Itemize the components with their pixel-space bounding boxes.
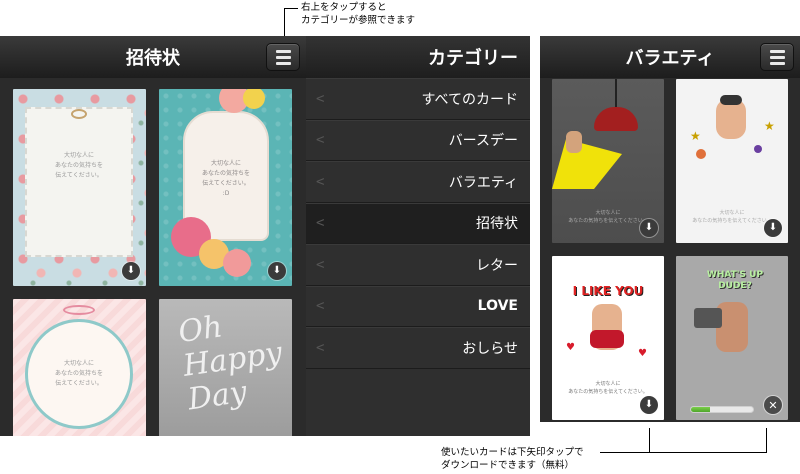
boombox <box>694 308 722 328</box>
page-title: バラエティ <box>625 48 715 69</box>
card-message: 大切な人に あなたの気持ちを 伝えてください。 <box>54 152 103 179</box>
card-message: 大切な人に あなたの気持ちを 伝えてください。 <box>54 360 103 387</box>
card-script-text: Oh Happy Day <box>176 309 285 418</box>
category-label: LOVE <box>477 298 518 315</box>
card-message: 大切な人に あなたの気持ちを伝えてください。 <box>568 381 648 395</box>
menu-icon <box>275 49 291 53</box>
menu-button[interactable] <box>266 43 300 71</box>
card-space-character[interactable]: ★ ★ 大切な人に あなたの気持ちを伝えてください。 ⬇ <box>676 79 788 243</box>
invitations-panel: 招待状 大切な人に あなたの気持ちを 伝えてください。 ⬇ 大切な人に あなたの… <box>0 36 306 436</box>
character-shirt <box>590 330 624 348</box>
top-annotation: 右上をタップすると カテゴリーが参照できます <box>301 2 416 26</box>
chevron-left-icon: < <box>316 90 325 107</box>
chevron-left-icon: < <box>316 132 325 149</box>
menu-icon <box>769 49 785 53</box>
star-decoration: ★ <box>690 129 701 143</box>
card-headline: WHAT'S UP DUDE? <box>706 270 764 291</box>
bottom-annotation-line-v2 <box>766 428 767 452</box>
chevron-left-icon: < <box>316 339 325 356</box>
card-paper <box>25 107 133 257</box>
category-item-birthday[interactable]: < バースデー <box>306 119 530 161</box>
download-icon[interactable]: ⬇ <box>122 262 140 280</box>
heart-decoration: ♥ <box>638 348 647 359</box>
category-item-letter[interactable]: < レター <box>306 244 530 286</box>
category-label: 招待状 <box>476 216 518 233</box>
category-title: カテゴリー <box>428 48 518 69</box>
download-progress-fill <box>691 407 710 412</box>
lamp-shade <box>594 107 638 131</box>
category-list: < すべてのカード < バースデー < バラエティ < 招待状 < レター < … <box>306 78 530 369</box>
card-oh-happy-day[interactable]: Oh Happy Day <box>159 299 292 436</box>
character-figure <box>566 131 582 153</box>
card-floral[interactable]: 大切な人に あなたの気持ちを 伝えてください。 ⬇ <box>13 89 146 286</box>
menu-button[interactable] <box>760 43 794 71</box>
category-label: おしらせ <box>462 340 518 357</box>
variety-panel: バラエティ 大切な人に あなたの気持ちを伝えてください。 ⬇ ★ ★ 大切な人に… <box>540 36 800 422</box>
download-progress-bar <box>690 406 754 413</box>
chevron-left-icon: < <box>316 256 325 273</box>
category-item-invitation[interactable]: < 招待状 <box>306 202 530 244</box>
category-label: バラエティ <box>448 174 518 191</box>
download-icon[interactable]: ⬇ <box>764 219 782 237</box>
rose-decoration <box>223 249 251 277</box>
card-i-like-you[interactable]: I LIKE YOU ♥ ♥ 大切な人に あなたの気持ちを伝えてください。 ⬇ <box>552 256 664 420</box>
download-icon[interactable]: ⬇ <box>268 262 286 280</box>
bottom-annotation-line-v1 <box>649 428 650 452</box>
cancel-download-icon[interactable]: ✕ <box>764 396 782 414</box>
category-label: バースデー <box>448 133 518 150</box>
page-title: 招待状 <box>126 48 180 69</box>
heart-decoration: ♥ <box>566 342 575 353</box>
ribbon-decoration <box>63 305 95 315</box>
top-annotation-line-h <box>284 8 298 9</box>
chevron-left-icon: < <box>316 298 325 315</box>
variety-header: バラエティ <box>540 36 800 78</box>
bow-icon <box>71 109 87 119</box>
lamp-cord <box>615 79 617 107</box>
character-hair <box>720 95 742 105</box>
category-item-all[interactable]: < すべてのカード <box>306 78 530 120</box>
category-item-news[interactable]: < おしらせ <box>306 327 530 369</box>
chevron-left-icon: < <box>316 215 325 232</box>
card-whats-up-dude[interactable]: WHAT'S UP DUDE? ✕ <box>676 256 788 420</box>
invitations-header: 招待状 <box>0 36 306 78</box>
category-label: レター <box>476 257 518 274</box>
card-message: 大切な人に あなたの気持ちを 伝えてください。 :D <box>201 160 250 197</box>
download-icon[interactable]: ⬇ <box>640 396 658 414</box>
bottom-annotation-line-h <box>600 452 767 453</box>
download-icon[interactable]: ⬇ <box>640 219 658 237</box>
planet-decoration <box>696 149 706 159</box>
planet-decoration <box>754 145 762 153</box>
spotlight-beam <box>552 139 622 189</box>
card-teal-roses[interactable]: 大切な人に あなたの気持ちを 伝えてください。 :D ⬇ <box>159 89 292 286</box>
chevron-left-icon: < <box>316 173 325 190</box>
rose-decoration <box>243 89 265 109</box>
category-header: カテゴリー <box>306 36 530 78</box>
star-decoration: ★ <box>764 119 775 133</box>
category-panel: カテゴリー < すべてのカード < バースデー < バラエティ < 招待状 < … <box>306 36 530 436</box>
category-item-love[interactable]: < LOVE <box>306 285 530 327</box>
bottom-annotation: 使いたいカードは下矢印タップで ダウンロードできます（無料） <box>441 447 584 471</box>
card-lamp-character[interactable]: 大切な人に あなたの気持ちを伝えてください。 ⬇ <box>552 79 664 243</box>
card-headline: I LIKE YOU <box>572 284 644 298</box>
card-pink-stripe[interactable]: 大切な人に あなたの気持ちを 伝えてください。 <box>13 299 146 436</box>
category-item-variety[interactable]: < バラエティ <box>306 161 530 203</box>
character-figure <box>716 99 746 139</box>
category-label: すべてのカード <box>421 91 518 108</box>
